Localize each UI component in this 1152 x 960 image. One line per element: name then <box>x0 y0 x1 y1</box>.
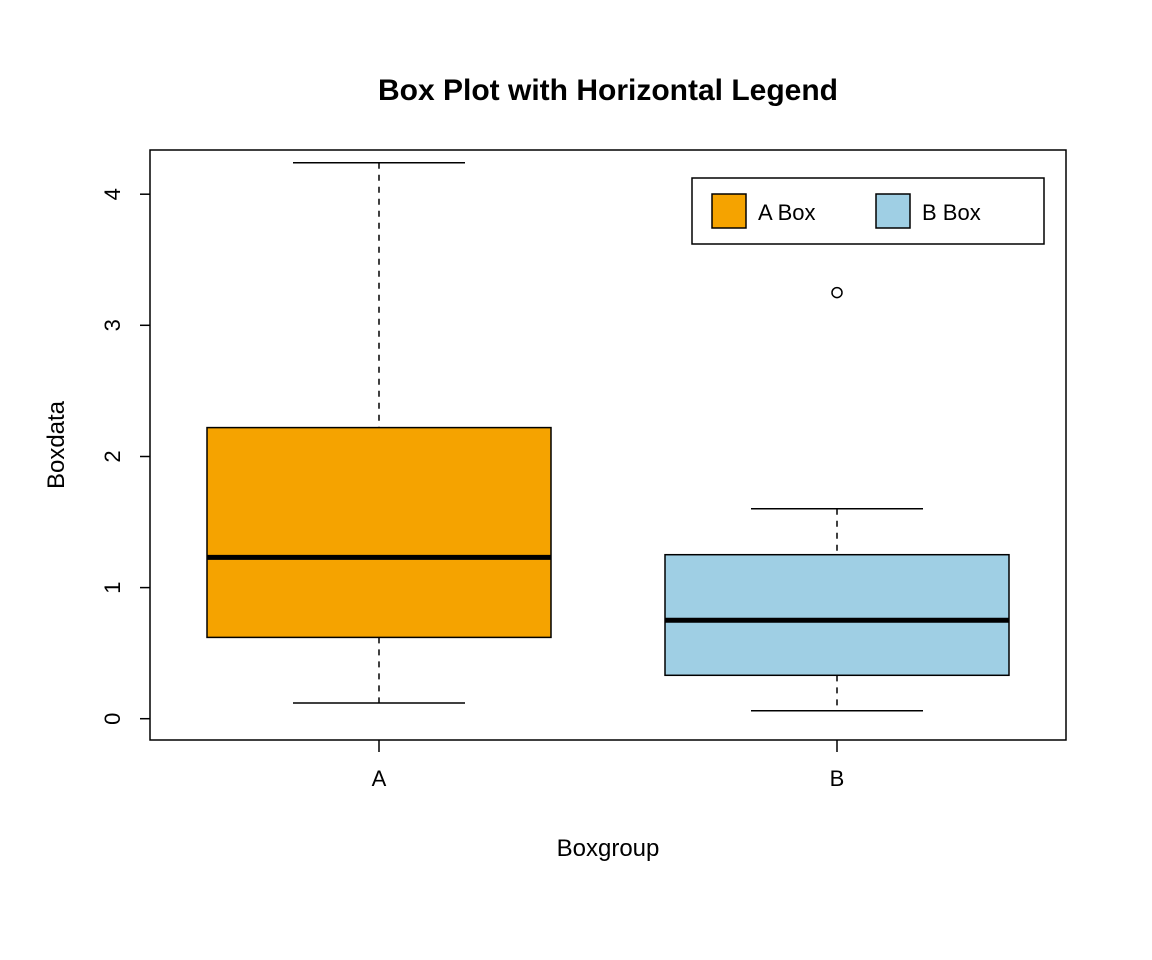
y-tick-1: 1 <box>100 581 125 593</box>
y-axis-label: Boxdata <box>43 400 70 489</box>
box-a-rect <box>207 428 551 638</box>
plot-area: 0 1 2 3 4 A B Boxdata Boxgroup <box>43 150 1066 862</box>
legend-swatch-b <box>876 194 910 228</box>
box-b <box>665 288 1009 711</box>
x-axis: A B <box>372 740 845 791</box>
box-a <box>207 163 551 703</box>
x-tick-b: B <box>830 766 845 791</box>
x-tick-a: A <box>372 766 387 791</box>
legend: A Box B Box <box>692 178 1044 244</box>
boxplot-chart: Box Plot with Horizontal Legend 0 1 2 3 … <box>0 0 1152 960</box>
legend-label-b: B Box <box>922 200 981 225</box>
x-axis-label: Boxgroup <box>557 835 660 862</box>
y-axis: 0 1 2 3 4 <box>100 188 150 725</box>
y-tick-4: 4 <box>100 188 125 200</box>
y-tick-2: 2 <box>100 450 125 462</box>
legend-label-a: A Box <box>758 200 815 225</box>
box-b-rect <box>665 555 1009 676</box>
chart-title: Box Plot with Horizontal Legend <box>378 74 838 107</box>
y-tick-3: 3 <box>100 319 125 331</box>
y-tick-0: 0 <box>100 713 125 725</box>
box-b-outlier <box>832 288 842 298</box>
legend-swatch-a <box>712 194 746 228</box>
